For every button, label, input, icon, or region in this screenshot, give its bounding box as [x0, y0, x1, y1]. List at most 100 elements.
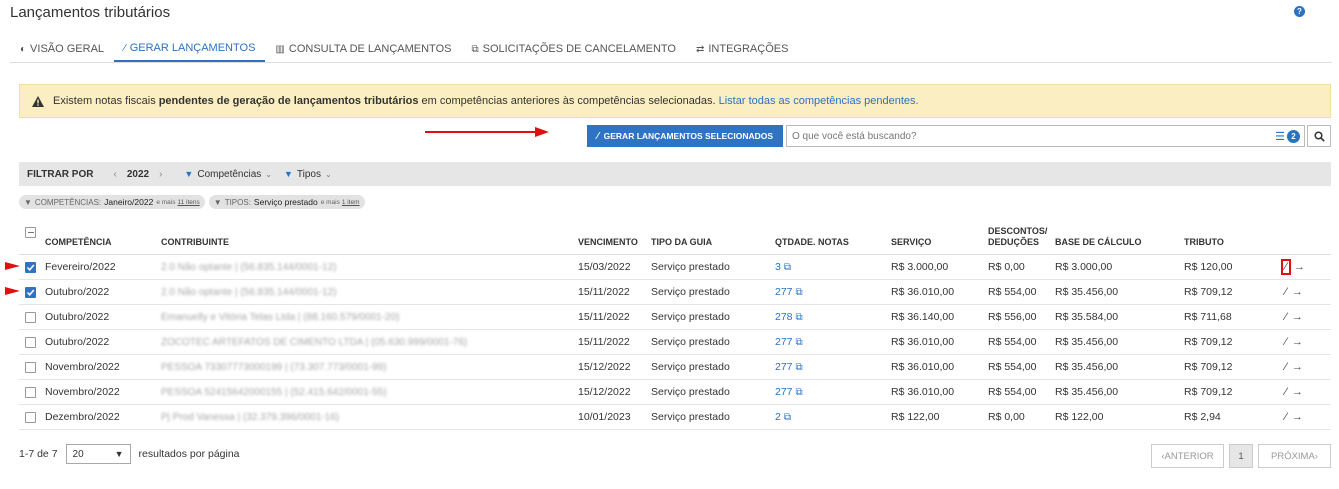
qtde-notas-link[interactable]: 278: [775, 311, 793, 323]
row-checkbox[interactable]: [25, 386, 36, 398]
previous-page-button[interactable]: ‹ANTERIOR: [1151, 444, 1224, 468]
cell-tipo-guia: Serviço prestado: [651, 411, 730, 423]
table-row[interactable]: Outubro/2022 Emanuelly e Vitória Telas L…: [19, 305, 1331, 330]
chevron-down-icon: ⌄: [324, 169, 332, 179]
competencias-dropdown[interactable]: ▼ Competências ⌄: [184, 169, 272, 180]
cell-base-calculo: R$ 35.584,00: [1055, 311, 1119, 323]
tipos-dropdown[interactable]: ▼ Tipos ⌄: [284, 169, 332, 180]
external-link-icon[interactable]: ⧉: [796, 337, 803, 348]
page-size-select[interactable]: 20 ▼: [65, 444, 131, 464]
qtde-notas-link[interactable]: 3: [775, 261, 781, 273]
cell-contribuinte: Pj Prod Vanessa | (32.379.396/0001-16): [161, 411, 340, 423]
external-link-icon[interactable]: ⧉: [796, 287, 803, 298]
generate-row-button[interactable]: ⁄: [1281, 259, 1291, 275]
page-1-button[interactable]: 1: [1229, 444, 1253, 468]
arrow-right-icon[interactable]: →: [1294, 261, 1305, 273]
next-page-button[interactable]: PRÓXIMA›: [1258, 444, 1331, 468]
table-header: COMPETÊNCIA CONTRIBUINTE VENCIMENTO TIPO…: [19, 224, 1331, 255]
chip-more-link[interactable]: 1 item: [342, 199, 360, 206]
cell-competencia: Novembro/2022: [45, 361, 120, 373]
row-checkbox[interactable]: [25, 311, 36, 323]
row-checkbox[interactable]: [25, 261, 36, 273]
cell-base-calculo: R$ 35.456,00: [1055, 336, 1119, 348]
qtde-notas-link[interactable]: 2: [775, 411, 781, 423]
chip-value: Serviço prestado: [253, 197, 318, 207]
cell-tipo-guia: Serviço prestado: [651, 361, 730, 373]
magic-wand-icon[interactable]: ⁄: [1285, 336, 1287, 348]
external-link-icon[interactable]: ⧉: [796, 362, 803, 373]
col-vencimento[interactable]: VENCIMENTO: [578, 237, 638, 248]
chip-tipos[interactable]: ▼ TIPOS: Serviço prestado e mais 1 item: [208, 195, 365, 209]
arrow-right-icon[interactable]: →: [1292, 386, 1303, 398]
filter-sliders-icon[interactable]: ☰: [1275, 130, 1285, 143]
table-row[interactable]: Outubro/2022 2.0 Não optante | (56.835.1…: [19, 280, 1331, 305]
external-link-icon[interactable]: ⧉: [784, 262, 791, 273]
lancamentos-table: COMPETÊNCIA CONTRIBUINTE VENCIMENTO TIPO…: [19, 224, 1331, 430]
qtde-notas-link[interactable]: 277: [775, 361, 793, 373]
row-checkbox[interactable]: [25, 336, 36, 348]
search-input[interactable]: [787, 126, 1276, 146]
col-descontos[interactable]: DESCONTOS/: [988, 226, 1047, 237]
table-row[interactable]: Outubro/2022 ZOCOTEC ARTEFATOS DE CIMENT…: [19, 330, 1331, 355]
qtde-notas-link[interactable]: 277: [775, 336, 793, 348]
cell-vencimento: 15/03/2022: [578, 261, 631, 273]
external-link-icon[interactable]: ⧉: [784, 412, 791, 423]
magic-wand-icon[interactable]: ⁄: [1285, 411, 1287, 423]
row-checkbox[interactable]: [25, 411, 36, 423]
pie-chart-icon: ◐: [20, 43, 27, 55]
chip-value: Janeiro/2022: [104, 197, 154, 207]
qtde-notas-link[interactable]: 277: [775, 286, 793, 298]
filter-count-badge: 2: [1287, 129, 1300, 143]
pagination-info: 1-7 de 7 20 ▼ resultados por página: [19, 444, 240, 464]
magic-wand-icon[interactable]: ⁄: [1285, 286, 1287, 298]
warning-icon: [32, 95, 44, 107]
col-base-calculo[interactable]: BASE DE CÁLCULO: [1055, 237, 1142, 248]
cell-tipo-guia: Serviço prestado: [651, 261, 730, 273]
help-icon[interactable]: ?: [1294, 6, 1305, 17]
arrow-right-icon[interactable]: →: [1292, 361, 1303, 373]
tab-integracoes[interactable]: ⇄ INTEGRAÇÕES: [686, 36, 798, 62]
col-tipo-guia[interactable]: TIPO DA GUIA: [651, 237, 712, 248]
year-next-button[interactable]: ›: [159, 169, 162, 180]
col-tributo[interactable]: TRIBUTO: [1184, 237, 1224, 248]
cell-tributo: R$ 120,00: [1184, 261, 1233, 273]
select-all-checkbox[interactable]: [25, 226, 36, 238]
magic-wand-icon[interactable]: ⁄: [1285, 361, 1287, 373]
chip-competencias[interactable]: ▼ COMPETÊNCIAS: Janeiro/2022 e mais 11 i…: [19, 195, 205, 209]
col-competencia[interactable]: COMPETÊNCIA: [45, 237, 112, 248]
annotation-arrow-icon: [5, 287, 20, 295]
qtde-notas-link[interactable]: 277: [775, 386, 793, 398]
annotation-arrow-icon: [5, 262, 20, 270]
generate-selected-button[interactable]: ⁄ GERAR LANÇAMENTOS SELECIONADOS: [587, 125, 783, 147]
magic-wand-icon[interactable]: ⁄: [1285, 311, 1287, 323]
magic-wand-icon[interactable]: ⁄: [1285, 386, 1287, 398]
list-pending-link[interactable]: Listar todas as competências pendentes.: [719, 95, 919, 107]
arrow-right-icon[interactable]: →: [1292, 311, 1303, 323]
external-link-icon[interactable]: ⧉: [796, 312, 803, 323]
chip-more-link[interactable]: 11 itens: [177, 199, 199, 206]
cell-competencia: Outubro/2022: [45, 286, 110, 298]
row-checkbox[interactable]: [25, 361, 36, 373]
col-contribuinte[interactable]: CONTRIBUINTE: [161, 237, 229, 248]
col-servico[interactable]: SERVIÇO: [891, 237, 931, 248]
magic-wand-icon: ⁄: [124, 42, 126, 54]
year-prev-button[interactable]: ‹: [113, 169, 116, 180]
table-row[interactable]: Novembro/2022 PESSOA 52415642000155 | (5…: [19, 380, 1331, 405]
search-button[interactable]: [1307, 125, 1331, 147]
table-row[interactable]: Dezembro/2022 Pj Prod Vanessa | (32.379.…: [19, 405, 1331, 430]
col-qtde-notas[interactable]: QTDADE. NOTAS: [775, 237, 849, 248]
arrow-right-icon[interactable]: →: [1292, 411, 1303, 423]
external-link-icon[interactable]: ⧉: [796, 387, 803, 398]
table-row[interactable]: Novembro/2022 PESSOA 73307773000199 | (7…: [19, 355, 1331, 380]
arrow-right-icon[interactable]: →: [1292, 336, 1303, 348]
cell-descontos: R$ 554,00: [988, 286, 1037, 298]
table-row[interactable]: Fevereiro/2022 2.0 Não optante | (56.835…: [19, 255, 1331, 280]
tab-consulta-lancamentos[interactable]: ▥ CONSULTA DE LANÇAMENTOS: [265, 36, 461, 62]
cell-descontos: R$ 556,00: [988, 311, 1037, 323]
tab-gerar-lancamentos[interactable]: ⁄ GERAR LANÇAMENTOS: [114, 36, 266, 62]
arrow-right-icon[interactable]: →: [1292, 286, 1303, 298]
col-deducoes[interactable]: DEDUÇÕES: [988, 237, 1039, 248]
tab-solicitacoes-cancelamento[interactable]: ⧉ SOLICITAÇÕES DE CANCELAMENTO: [461, 36, 686, 62]
tab-visao-geral[interactable]: ◐ VISÃO GERAL: [10, 36, 114, 62]
row-checkbox[interactable]: [25, 286, 36, 298]
